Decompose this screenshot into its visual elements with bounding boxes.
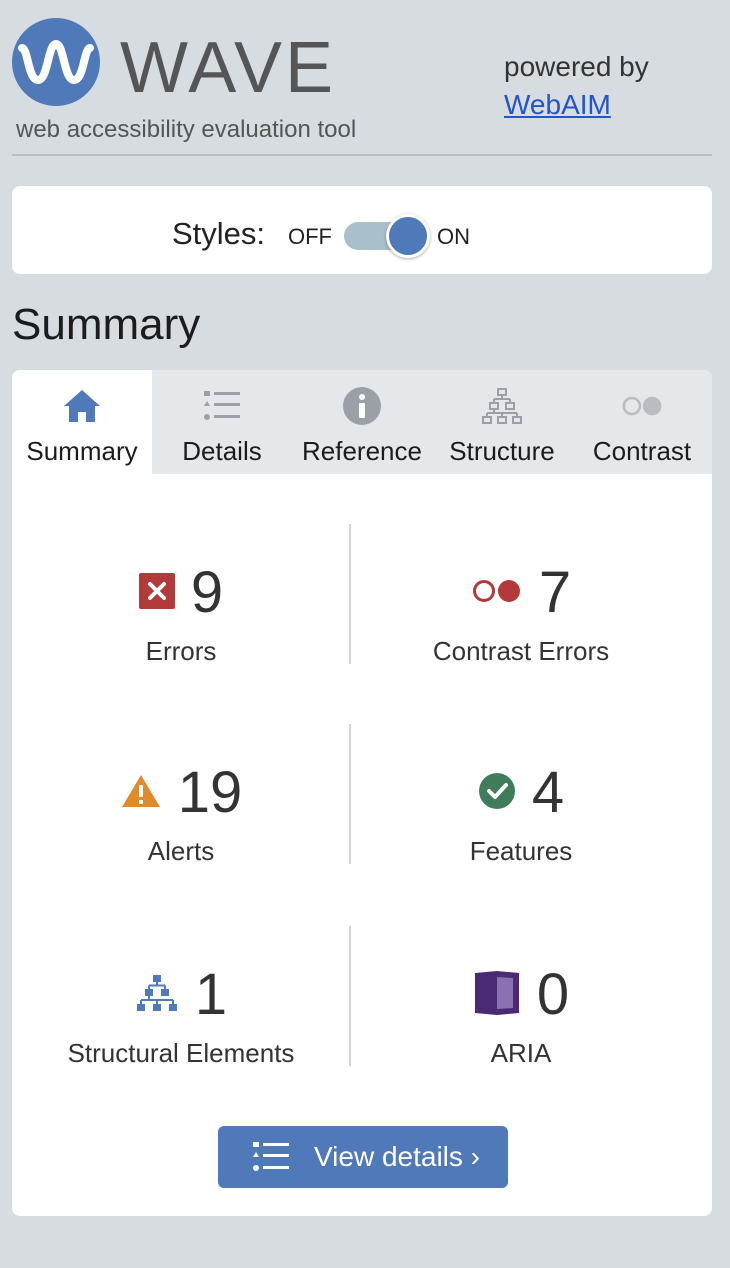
- alert-icon: [120, 773, 162, 814]
- contrast-icon: [620, 386, 664, 426]
- styles-label: Styles:: [172, 216, 266, 251]
- tab-label: Contrast: [592, 436, 692, 466]
- view-details-label: View details ›: [314, 1141, 481, 1172]
- contrast-errors-count: 7: [538, 560, 572, 625]
- feature-check-icon: [478, 772, 516, 815]
- features-label: Features: [469, 836, 573, 866]
- tab-bar: Summary Details Reference Structure Cont…: [12, 370, 712, 474]
- structural-elements-metric[interactable]: 1 Structural Elements: [12, 960, 350, 1069]
- logo-wordmark: WAVE: [120, 28, 337, 108]
- styles-toggle-switch[interactable]: [344, 214, 430, 258]
- structural-elements-label: Structural Elements: [67, 1038, 295, 1068]
- home-icon: [60, 386, 104, 426]
- contrast-errors-label: Contrast Errors: [432, 636, 610, 666]
- tab-label: Details: [182, 436, 262, 466]
- errors-label: Errors: [145, 636, 217, 666]
- errors-metric[interactable]: 9 Errors: [12, 558, 350, 667]
- contrast-error-icon: [471, 578, 523, 609]
- tagline: web accessibility evaluation tool: [16, 116, 357, 143]
- list-icon: [200, 386, 244, 426]
- tab-structure[interactable]: Structure: [432, 370, 572, 474]
- tab-label: Structure: [449, 436, 555, 466]
- aria-metric[interactable]: 0 ARIA: [352, 960, 690, 1069]
- tab-reference[interactable]: Reference: [292, 370, 432, 474]
- toggle-knob[interactable]: [386, 214, 430, 258]
- powered-by: powered by WebAIM: [504, 48, 649, 124]
- tab-contrast[interactable]: Contrast: [572, 370, 712, 474]
- tab-summary[interactable]: Summary: [12, 370, 152, 474]
- webaim-link[interactable]: WebAIM: [504, 86, 649, 124]
- list-icon: [252, 1140, 290, 1174]
- alerts-label: Alerts: [147, 836, 215, 866]
- tab-label: Reference: [302, 436, 422, 466]
- aria-label: ARIA: [490, 1038, 552, 1068]
- toggle-on-label: ON: [437, 224, 470, 249]
- alerts-metric[interactable]: 19 Alerts: [12, 758, 350, 867]
- contrast-errors-metric[interactable]: 7 Contrast Errors: [352, 558, 690, 667]
- wave-logo-icon: [12, 18, 100, 106]
- tab-details[interactable]: Details: [152, 370, 292, 474]
- errors-count: 9: [190, 560, 224, 625]
- structural-elements-count: 1: [194, 962, 228, 1027]
- alerts-count: 19: [177, 760, 243, 825]
- aria-icon: [473, 969, 521, 1022]
- info-icon: [340, 386, 384, 426]
- view-details-button[interactable]: View details ›: [218, 1126, 508, 1188]
- page-title: Summary: [12, 300, 201, 349]
- powered-by-text: powered by: [504, 51, 649, 82]
- toggle-off-label: OFF: [288, 224, 332, 249]
- tab-label: Summary: [26, 436, 138, 466]
- structure-icon: [480, 386, 524, 426]
- styles-toggle-card: Styles: OFF ON: [12, 186, 712, 274]
- structure-icon: [135, 974, 179, 1017]
- error-icon: [138, 572, 175, 614]
- aria-count: 0: [536, 962, 570, 1027]
- summary-panel: Summary Details Reference Structure Cont…: [12, 370, 712, 1216]
- features-count: 4: [531, 760, 565, 825]
- features-metric[interactable]: 4 Features: [352, 758, 690, 867]
- header: WAVE web accessibility evaluation tool p…: [12, 12, 712, 156]
